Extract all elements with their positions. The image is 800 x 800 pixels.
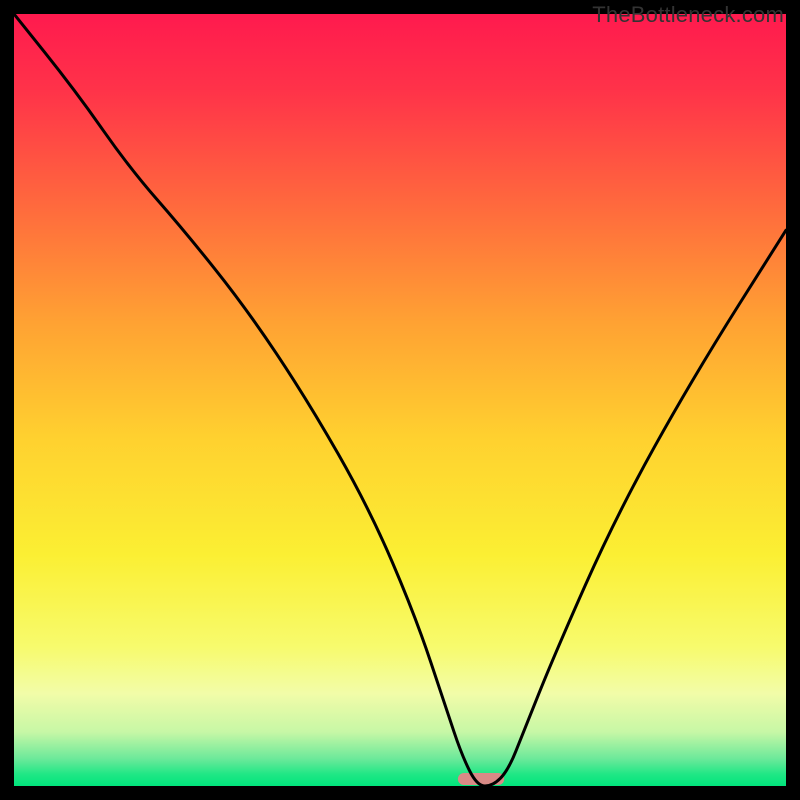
- gradient-area: [14, 14, 786, 786]
- watermark-text: TheBottleneck.com: [592, 2, 784, 28]
- optimal-marker: [458, 773, 504, 785]
- bottleneck-chart: [14, 14, 786, 786]
